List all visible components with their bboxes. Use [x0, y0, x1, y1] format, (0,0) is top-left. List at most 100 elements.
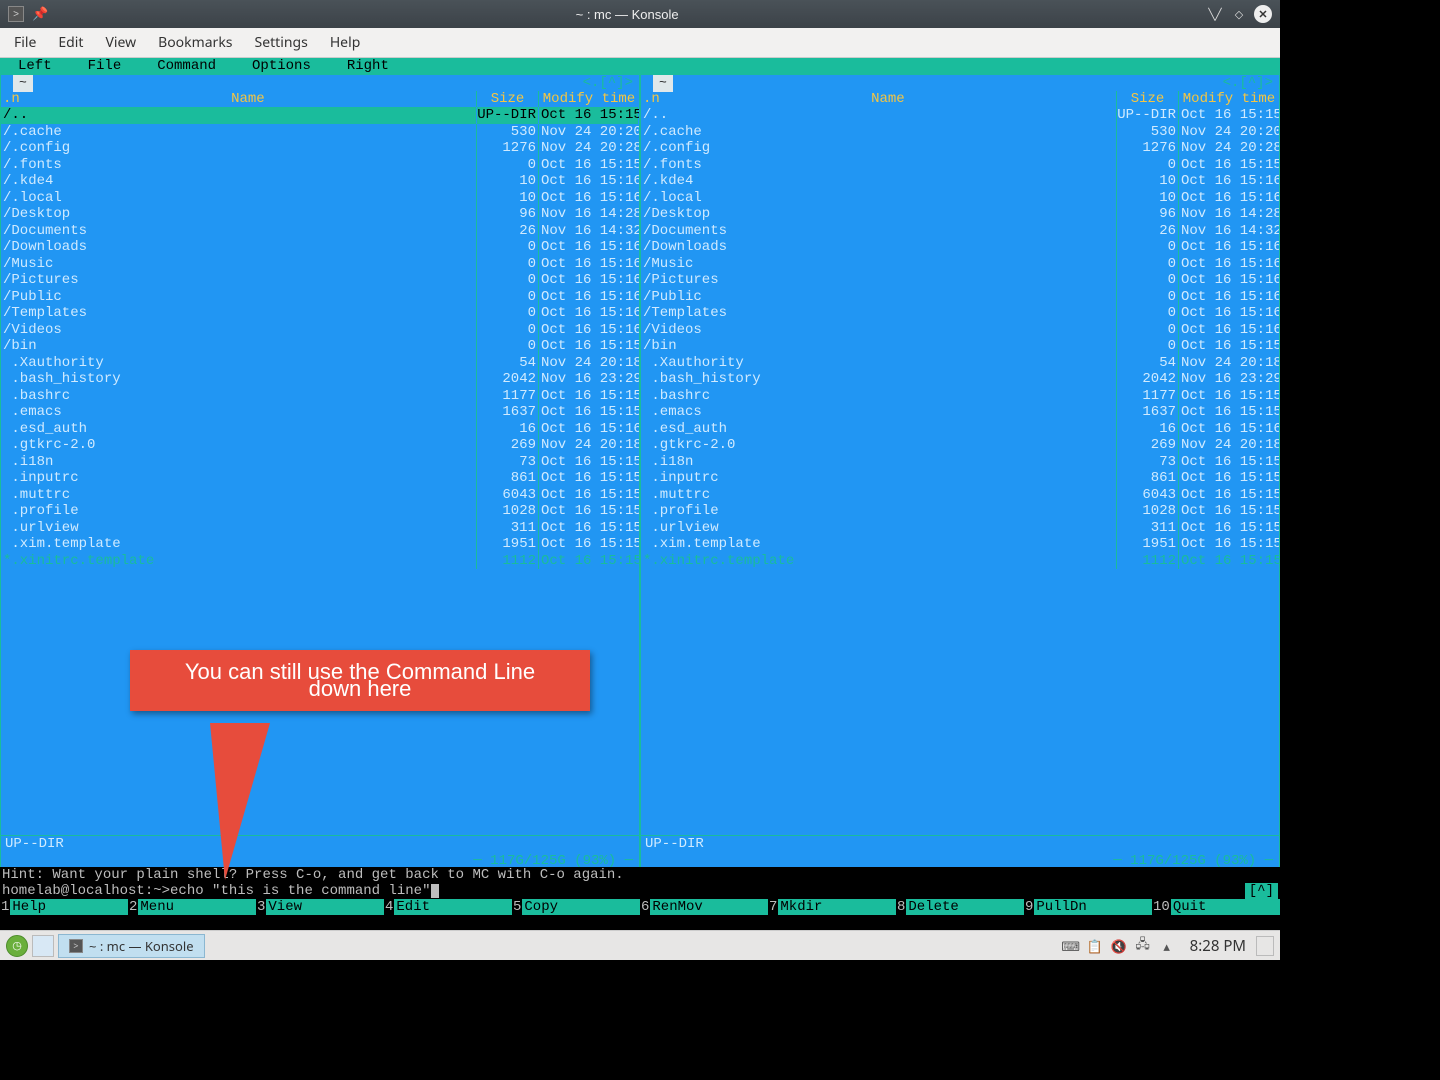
- konsole-menu-bookmarks[interactable]: Bookmarks: [158, 33, 232, 52]
- list-item[interactable]: /Documents26Nov 16 14:32: [1, 223, 639, 240]
- fn-quit[interactable]: 10Quit: [1152, 899, 1280, 915]
- list-item[interactable]: /bin0Oct 16 15:15: [641, 338, 1279, 355]
- list-item[interactable]: .xim.template1951Oct 16 15:15: [641, 536, 1279, 553]
- list-item[interactable]: /Downloads0Oct 16 15:16: [1, 239, 639, 256]
- list-item[interactable]: /Music0Oct 16 15:16: [1, 256, 639, 273]
- terminal-area[interactable]: LeftFileCommandOptionsRight ~ <.[^]> .nNam…: [0, 58, 1280, 930]
- list-item[interactable]: /bin0Oct 16 15:15: [1, 338, 639, 355]
- list-item[interactable]: .Xauthority54Nov 24 20:18: [1, 355, 639, 372]
- list-item[interactable]: /Videos0Oct 16 15:16: [641, 322, 1279, 339]
- tray-expand-icon[interactable]: ▴: [1160, 939, 1174, 953]
- list-item[interactable]: /.kde410Oct 16 15:16: [1, 173, 639, 190]
- list-item[interactable]: .gtkrc-2.0269Nov 24 20:18: [641, 437, 1279, 454]
- left-cwd[interactable]: ~: [13, 75, 33, 92]
- right-col-mtime[interactable]: Modify time: [1179, 91, 1279, 107]
- list-item[interactable]: /Templates0Oct 16 15:16: [1, 305, 639, 322]
- right-panel-controls[interactable]: <.[^]>: [1223, 75, 1273, 92]
- minimize-button[interactable]: ╲╱: [1206, 5, 1224, 23]
- konsole-menu-settings[interactable]: Settings: [255, 33, 308, 52]
- list-item[interactable]: /.config1276Nov 24 20:28: [1, 140, 639, 157]
- list-item[interactable]: /..UP--DIROct 16 15:15: [641, 107, 1279, 124]
- list-item[interactable]: .i18n73Oct 16 15:15: [641, 454, 1279, 471]
- list-item[interactable]: .gtkrc-2.0269Nov 24 20:18: [1, 437, 639, 454]
- list-item[interactable]: .profile1028Oct 16 15:15: [1, 503, 639, 520]
- list-item[interactable]: /.kde410Oct 16 15:16: [641, 173, 1279, 190]
- left-col-name[interactable]: .nName: [1, 91, 477, 107]
- fn-copy[interactable]: 5Copy: [512, 899, 640, 915]
- list-item[interactable]: /.fonts0Oct 16 15:15: [641, 157, 1279, 174]
- list-item[interactable]: /.cache530Nov 24 20:20: [641, 124, 1279, 141]
- list-item[interactable]: /Documents26Nov 16 14:32: [641, 223, 1279, 240]
- konsole-menu-view[interactable]: View: [105, 33, 136, 52]
- left-file-list[interactable]: /..UP--DIROct 16 15:15/.cache530Nov 24 2…: [1, 107, 639, 835]
- list-item[interactable]: .inputrc861Oct 16 15:15: [1, 470, 639, 487]
- fn-renmov[interactable]: 6RenMov: [640, 899, 768, 915]
- right-col-size[interactable]: Size: [1117, 91, 1179, 107]
- taskbar-task-konsole[interactable]: > ~ : mc — Konsole: [58, 934, 205, 958]
- list-item[interactable]: .emacs1637Oct 16 15:15: [641, 404, 1279, 421]
- right-panel[interactable]: ~<.[^]>.nNameSizeModify time/..UP--DIROc…: [640, 75, 1280, 867]
- list-item[interactable]: .i18n73Oct 16 15:15: [1, 454, 639, 471]
- list-item[interactable]: /Videos0Oct 16 15:16: [1, 322, 639, 339]
- left-panel-controls[interactable]: <.[^]>: [583, 75, 633, 92]
- fn-pulldn[interactable]: 9PullDn: [1024, 899, 1152, 915]
- mc-menu-right[interactable]: Right: [329, 59, 407, 74]
- list-item[interactable]: .emacs1637Oct 16 15:15: [1, 404, 639, 421]
- list-item[interactable]: /Music0Oct 16 15:16: [641, 256, 1279, 273]
- list-item[interactable]: /..UP--DIROct 16 15:15: [1, 107, 639, 124]
- mc-menu-left[interactable]: Left: [0, 59, 70, 74]
- show-desktop-button[interactable]: [32, 935, 54, 957]
- command-line[interactable]: homelab@localhost:~> echo "this is the c…: [0, 883, 1280, 899]
- list-item[interactable]: /Downloads0Oct 16 15:16: [641, 239, 1279, 256]
- mc-menu-options[interactable]: Options: [234, 59, 329, 74]
- start-button[interactable]: ◷: [6, 935, 28, 957]
- right-cwd[interactable]: ~: [653, 75, 673, 92]
- fn-menu[interactable]: 2Menu: [128, 899, 256, 915]
- list-item[interactable]: /Public0Oct 16 15:16: [641, 289, 1279, 306]
- list-item[interactable]: .esd_auth16Oct 16 15:16: [1, 421, 639, 438]
- list-item[interactable]: .inputrc861Oct 16 15:15: [641, 470, 1279, 487]
- keyboard-icon[interactable]: ⌨: [1064, 939, 1078, 953]
- list-item[interactable]: .urlview311Oct 16 15:15: [641, 520, 1279, 537]
- mc-menu-command[interactable]: Command: [139, 59, 234, 74]
- list-item[interactable]: .xim.template1951Oct 16 15:15: [1, 536, 639, 553]
- left-panel[interactable]: ~<.[^]>.nNameSizeModify time/..UP--DIROc…: [0, 75, 640, 867]
- list-item[interactable]: /.local10Oct 16 15:16: [641, 190, 1279, 207]
- konsole-menu-edit[interactable]: Edit: [58, 33, 83, 52]
- close-button[interactable]: ✕: [1254, 5, 1272, 23]
- list-item[interactable]: .bashrc1177Oct 16 15:15: [1, 388, 639, 405]
- clipboard-icon[interactable]: 📋: [1088, 939, 1102, 953]
- konsole-menu-help[interactable]: Help: [330, 33, 361, 52]
- list-item[interactable]: *.xinitrc.template1112Oct 16 15:15: [641, 553, 1279, 570]
- fn-delete[interactable]: 8Delete: [896, 899, 1024, 915]
- pin-icon[interactable]: 📌: [32, 6, 48, 22]
- network-icon[interactable]: 🖧: [1136, 939, 1150, 953]
- list-item[interactable]: .esd_auth16Oct 16 15:16: [641, 421, 1279, 438]
- function-key-bar[interactable]: 1Help2Menu3View4Edit5Copy6RenMov7Mkdir8D…: [0, 899, 1280, 915]
- list-item[interactable]: /.cache530Nov 24 20:20: [1, 124, 639, 141]
- left-col-size[interactable]: Size: [477, 91, 539, 107]
- right-file-list[interactable]: /..UP--DIROct 16 15:15/.cache530Nov 24 2…: [641, 107, 1279, 835]
- list-item[interactable]: .profile1028Oct 16 15:15: [641, 503, 1279, 520]
- list-item[interactable]: /Pictures0Oct 16 15:16: [641, 272, 1279, 289]
- list-item[interactable]: /Templates0Oct 16 15:16: [641, 305, 1279, 322]
- list-item[interactable]: .muttrc6043Oct 16 15:15: [641, 487, 1279, 504]
- list-item[interactable]: /.fonts0Oct 16 15:15: [1, 157, 639, 174]
- list-item[interactable]: .bash_history2042Nov 16 23:29: [641, 371, 1279, 388]
- list-item[interactable]: .bash_history2042Nov 16 23:29: [1, 371, 639, 388]
- list-item[interactable]: *.xinitrc.template1112Oct 16 15:15: [1, 553, 639, 570]
- fn-mkdir[interactable]: 7Mkdir: [768, 899, 896, 915]
- konsole-menu-file[interactable]: File: [14, 33, 36, 52]
- list-item[interactable]: /Desktop96Nov 16 14:28: [641, 206, 1279, 223]
- list-item[interactable]: /Desktop96Nov 16 14:28: [1, 206, 639, 223]
- maximize-button[interactable]: ◇: [1230, 5, 1248, 23]
- list-item[interactable]: .muttrc6043Oct 16 15:15: [1, 487, 639, 504]
- list-item[interactable]: .Xauthority54Nov 24 20:18: [641, 355, 1279, 372]
- desktop-peek[interactable]: [1256, 936, 1274, 956]
- fn-view[interactable]: 3View: [256, 899, 384, 915]
- clock[interactable]: 8:28 PM: [1190, 936, 1246, 956]
- volume-icon[interactable]: 🔇: [1112, 939, 1126, 953]
- mc-menu-file[interactable]: File: [70, 59, 140, 74]
- fn-edit[interactable]: 4Edit: [384, 899, 512, 915]
- list-item[interactable]: .bashrc1177Oct 16 15:15: [641, 388, 1279, 405]
